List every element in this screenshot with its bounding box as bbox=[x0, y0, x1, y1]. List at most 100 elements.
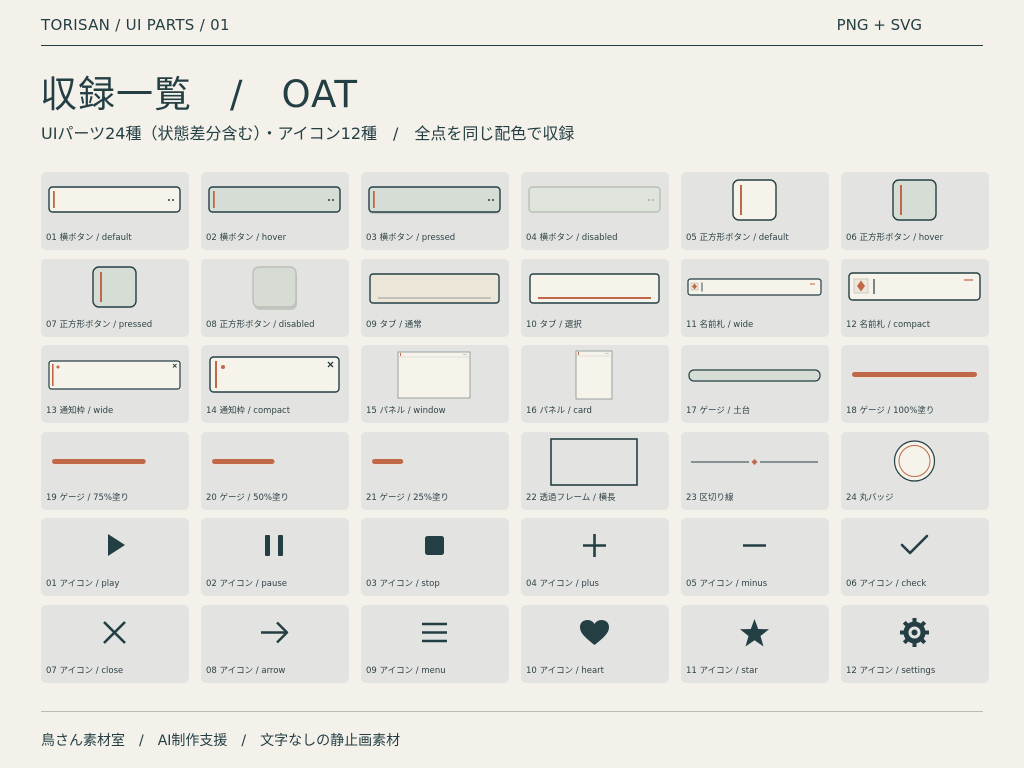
asset-label: 16 パネル / card bbox=[526, 406, 592, 416]
asset-card-hbutton-disabled: 04 横ボタン / disabled bbox=[521, 172, 669, 250]
preview-gauge-fill bbox=[52, 458, 146, 465]
menu-icon bbox=[422, 622, 447, 642]
footer-divider bbox=[41, 711, 983, 712]
asset-label: 21 ゲージ / 25%塗り bbox=[366, 492, 450, 503]
asset-card-gauge-fill: 19 ゲージ / 75%塗り bbox=[41, 431, 189, 510]
asset-card-tab-selected: 10 タブ / 選択 bbox=[521, 258, 669, 337]
arrow-icon bbox=[261, 621, 289, 643]
asset-label: 08 正方形ボタン / disabled bbox=[206, 319, 315, 330]
asset-card-frame: 22 透過フレーム / 横長 bbox=[521, 431, 669, 510]
page-title: 収録一覧 / OAT bbox=[40, 73, 358, 116]
asset-label: 15 パネル / window bbox=[366, 406, 446, 416]
preview-hbutton-disabled bbox=[528, 186, 661, 213]
preview-tab-selected bbox=[529, 272, 660, 304]
asset-card-plus: 04 アイコン / plus bbox=[521, 518, 669, 596]
asset-label: 03 アイコン / stop bbox=[366, 579, 440, 589]
preview-hbutton-pressed bbox=[368, 186, 501, 214]
asset-label: 23 区切り線 bbox=[686, 492, 734, 503]
heart-icon bbox=[580, 619, 609, 645]
asset-label: 11 名前札 / wide bbox=[686, 319, 754, 330]
plus-icon bbox=[583, 534, 606, 557]
asset-card-nametag-wide: 11 名前札 / wide bbox=[681, 258, 829, 337]
star-icon bbox=[740, 618, 769, 646]
asset-card-minus: 05 アイコン / minus bbox=[681, 518, 829, 596]
asset-label: 10 アイコン / heart bbox=[526, 665, 605, 676]
preview-panel-window bbox=[397, 351, 471, 399]
preview-panel-card bbox=[575, 350, 613, 400]
asset-card-tab-normal: 09 タブ / 通常 bbox=[361, 258, 509, 337]
asset-card-divider: 23 区切り線 bbox=[681, 431, 829, 510]
preview-gauge-base bbox=[688, 369, 821, 382]
check-icon bbox=[900, 534, 929, 555]
asset-card-stop: 03 アイコン / stop bbox=[361, 518, 509, 596]
asset-card-pause: 02 アイコン / pause bbox=[201, 518, 349, 596]
minus-icon bbox=[743, 544, 766, 547]
asset-card-sq-pressed: 07 正方形ボタン / pressed bbox=[41, 258, 189, 337]
settings-icon bbox=[900, 617, 929, 647]
asset-label: 08 アイコン / arrow bbox=[206, 665, 286, 676]
preview-sq-disabled bbox=[252, 265, 297, 310]
preview-nametag-wide bbox=[687, 277, 822, 296]
preview-gauge-fill bbox=[372, 458, 404, 465]
preview-sq-default bbox=[732, 179, 777, 221]
preview-gauge-fill bbox=[212, 458, 275, 465]
asset-label: 09 アイコン / menu bbox=[366, 665, 446, 676]
preview-sq-pressed bbox=[92, 265, 137, 308]
asset-label: 04 アイコン / plus bbox=[526, 579, 599, 589]
asset-card-nametag-compact: 12 名前札 / compact bbox=[841, 258, 989, 337]
asset-label: 04 横ボタン / disabled bbox=[526, 233, 618, 243]
asset-label: 13 通知枠 / wide bbox=[46, 406, 114, 416]
asset-card-menu: 09 アイコン / menu bbox=[361, 604, 509, 683]
asset-label: 05 アイコン / minus bbox=[686, 579, 768, 589]
asset-label: 20 ゲージ / 50%塗り bbox=[206, 492, 290, 503]
asset-card-settings: 12 アイコン / settings bbox=[841, 604, 989, 683]
preview-gauge-fill bbox=[852, 372, 977, 378]
asset-card-gauge-fill: 18 ゲージ / 100%塗り bbox=[841, 345, 989, 423]
asset-label: 03 横ボタン / pressed bbox=[366, 233, 456, 243]
preview-hbutton-default bbox=[48, 186, 181, 213]
asset-label: 07 正方形ボタン / pressed bbox=[46, 319, 153, 330]
asset-card-gauge-fill: 20 ゲージ / 50%塗り bbox=[201, 431, 349, 510]
page-subtitle: UIパーツ24種（状態差分含む）・アイコン12種 / 全点を同じ配色で収録 bbox=[41, 124, 575, 143]
preview-divider bbox=[691, 458, 818, 465]
format-label: PNG + SVG bbox=[836, 16, 922, 34]
asset-card-panel-window: 15 パネル / window bbox=[361, 345, 509, 423]
asset-grid: 01 横ボタン / default 02 横ボタン / hover 03 横ボタ… bbox=[41, 172, 989, 683]
asset-card-heart: 10 アイコン / heart bbox=[521, 604, 669, 683]
asset-card-check: 06 アイコン / check bbox=[841, 518, 989, 596]
asset-card-sq-hover: 06 正方形ボタン / hover bbox=[841, 172, 989, 250]
asset-label: 12 アイコン / settings bbox=[846, 665, 936, 676]
stop-icon bbox=[425, 536, 444, 555]
asset-card-panel-card: 16 パネル / card bbox=[521, 345, 669, 423]
asset-label: 11 アイコン / star bbox=[686, 665, 758, 676]
asset-card-arrow: 08 アイコン / arrow bbox=[201, 604, 349, 683]
asset-label: 22 透過フレーム / 横長 bbox=[526, 492, 616, 503]
footer-credit: 鳥さん素材室 / AI制作支援 / 文字なしの静止画素材 bbox=[41, 733, 401, 749]
asset-label: 07 アイコン / close bbox=[46, 665, 124, 676]
asset-card-sq-default: 05 正方形ボタン / default bbox=[681, 172, 829, 250]
asset-card-hbutton-default: 01 横ボタン / default bbox=[41, 172, 189, 250]
asset-card-hbutton-hover: 02 横ボタン / hover bbox=[201, 172, 349, 250]
pause-icon bbox=[265, 535, 283, 556]
header-bar: TORISAN / UI PARTS / 01 PNG + SVG bbox=[41, 0, 983, 46]
asset-card-hbutton-pressed: 03 横ボタン / pressed bbox=[361, 172, 509, 250]
asset-card-close: 07 アイコン / close bbox=[41, 604, 189, 683]
asset-label: 02 横ボタン / hover bbox=[206, 233, 287, 243]
asset-label: 17 ゲージ / 土台 bbox=[686, 406, 751, 416]
brand-title: TORISAN / UI PARTS / 01 bbox=[41, 16, 230, 34]
preview-badge bbox=[893, 439, 936, 482]
play-icon bbox=[108, 534, 125, 556]
preview-nametag-compact bbox=[848, 271, 981, 301]
asset-card-play: 01 アイコン / play bbox=[41, 518, 189, 596]
asset-card-gauge-fill: 21 ゲージ / 25%塗り bbox=[361, 431, 509, 510]
asset-label: 19 ゲージ / 75%塗り bbox=[46, 492, 130, 503]
asset-card-star: 11 アイコン / star bbox=[681, 604, 829, 683]
preview-hbutton-hover bbox=[208, 186, 341, 213]
asset-label: 01 横ボタン / default bbox=[46, 233, 132, 243]
asset-card-sq-disabled: 08 正方形ボタン / disabled bbox=[201, 258, 349, 337]
asset-label: 06 アイコン / check bbox=[846, 579, 927, 589]
asset-label: 18 ゲージ / 100%塗り bbox=[846, 406, 935, 416]
asset-card-notice-compact: 14 通知枠 / compact bbox=[201, 345, 349, 423]
asset-label: 05 正方形ボタン / default bbox=[686, 233, 789, 243]
close-icon bbox=[103, 620, 126, 644]
